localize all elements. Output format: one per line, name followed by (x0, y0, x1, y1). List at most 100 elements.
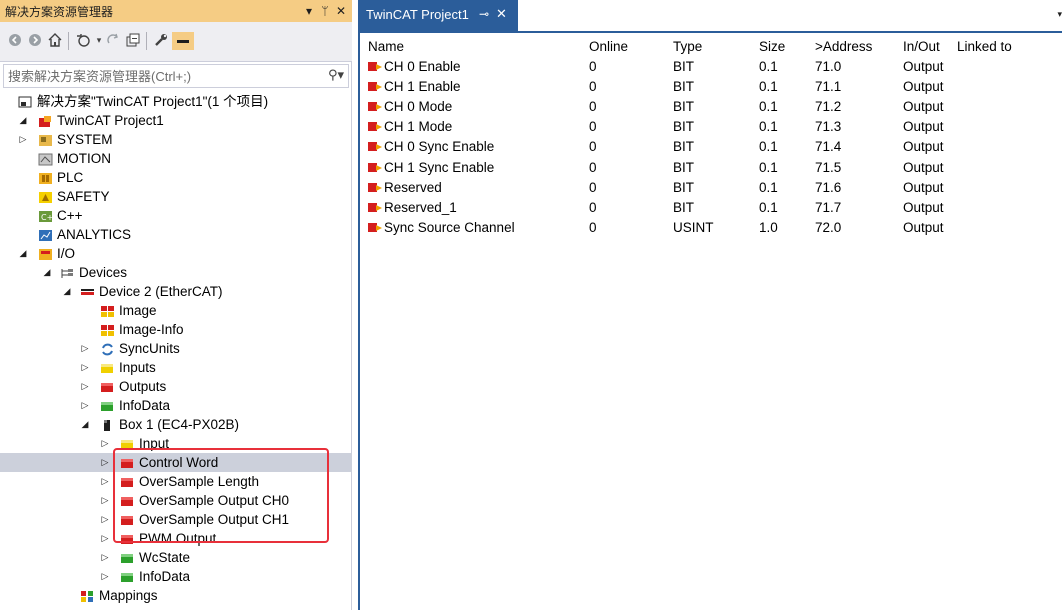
output-icon (120, 532, 135, 545)
table-row[interactable]: CH 1 Enable 0 BIT 0.1 71.1 Output (368, 76, 1058, 96)
collapse-arrow-icon[interactable]: ◢ (80, 415, 90, 434)
column-header-name[interactable]: Name (368, 36, 589, 56)
column-header-address[interactable]: >Address (815, 36, 903, 56)
cell-inout: Output (903, 78, 944, 94)
column-header-size[interactable]: Size (759, 36, 815, 56)
tree-item[interactable]: ANALYTICS (0, 225, 352, 244)
tree-item[interactable]: ▷ WcState (0, 548, 352, 567)
tree-item[interactable]: ◢ TwinCAT Project1 (0, 111, 352, 130)
table-row[interactable]: Reserved_1 0 BIT 0.1 71.7 Output (368, 197, 1058, 217)
expand-arrow-icon[interactable]: ▷ (100, 510, 110, 529)
table-row[interactable]: CH 0 Enable 0 BIT 0.1 71.0 Output (368, 56, 1058, 76)
expand-arrow-icon[interactable]: ▷ (80, 377, 90, 396)
chevron-down-icon[interactable]: ▾ (302, 3, 316, 19)
table-row[interactable]: CH 1 Mode 0 BIT 0.1 71.3 Output (368, 117, 1058, 137)
table-row[interactable]: Reserved 0 BIT 0.1 71.6 Output (368, 177, 1058, 197)
tree-item[interactable]: ◢ I/O (0, 244, 352, 263)
tree-item[interactable]: ▷ OverSample Output CH0 (0, 491, 352, 510)
image-icon (100, 323, 115, 336)
column-header-type[interactable]: Type (673, 36, 759, 56)
expand-arrow-icon[interactable]: ▷ (100, 434, 110, 453)
collapse-all-icon[interactable] (124, 32, 142, 50)
variable-name: CH 0 Sync Enable (384, 139, 495, 155)
search-input[interactable] (4, 65, 314, 87)
collapse-arrow-icon[interactable]: ◢ (18, 111, 28, 130)
column-header-linked-to[interactable]: Linked to (957, 36, 1058, 56)
forward-icon[interactable] (26, 32, 44, 50)
cell-size: 0.1 (759, 78, 778, 94)
document-tab-strip: TwinCAT Project1 ⊸ ✕ ▾ (360, 0, 1062, 33)
cell-inout: Output (903, 139, 944, 155)
cell-address: 71.6 (815, 179, 842, 195)
io-icon (38, 247, 53, 260)
expand-arrow-icon[interactable]: ▷ (80, 396, 90, 415)
tree-item[interactable]: 解决方案"TwinCAT Project1"(1 个项目) (0, 92, 352, 111)
collapse-arrow-icon[interactable]: ◢ (62, 282, 72, 301)
tree-item[interactable]: ▷ PWM Output (0, 529, 352, 548)
tree-item[interactable]: ▷ InfoData (0, 396, 352, 415)
tree-item[interactable]: SAFETY (0, 187, 352, 206)
tab-twincat-project1[interactable]: TwinCAT Project1 ⊸ ✕ (360, 0, 518, 31)
table-row[interactable]: CH 0 Sync Enable 0 BIT 0.1 71.4 Output (368, 137, 1058, 157)
tree-item[interactable]: Image-Info (0, 320, 352, 339)
expand-arrow-icon[interactable]: ▷ (100, 529, 110, 548)
table-row[interactable]: CH 0 Mode 0 BIT 0.1 71.2 Output (368, 96, 1058, 116)
output-icon (120, 494, 135, 507)
table-header-row: Name Online Type Size >Address In/Out Li… (368, 36, 1058, 56)
pin-icon[interactable]: ⊸ (479, 7, 489, 21)
cell-inout: Output (903, 159, 944, 175)
collapse-arrow-icon[interactable]: ◢ (42, 263, 52, 282)
tree-item[interactable]: ▷ Outputs (0, 377, 352, 396)
close-icon[interactable]: ✕ (334, 3, 348, 19)
tree-item[interactable]: Mappings (0, 586, 352, 605)
sync-icon[interactable] (104, 32, 122, 50)
tree-item-label: Control Word (139, 455, 219, 470)
cell-online: 0 (589, 119, 597, 135)
tree-item[interactable]: MOTION (0, 149, 352, 168)
expand-arrow-icon[interactable]: ▷ (100, 567, 110, 586)
infodata-icon (100, 399, 115, 412)
expand-arrow-icon[interactable]: ▷ (80, 358, 90, 377)
tree-item-label: Image (119, 303, 157, 318)
tree-item[interactable]: ◢ Devices (0, 263, 352, 282)
home-icon[interactable] (46, 32, 64, 50)
preview-toggle-icon[interactable] (172, 32, 194, 50)
close-icon[interactable]: ✕ (496, 6, 507, 22)
tree-item[interactable]: C+ C++ (0, 206, 352, 225)
tree-item[interactable]: ◢ Box 1 (EC4-PX02B) (0, 415, 352, 434)
back-icon[interactable] (6, 32, 24, 50)
cell-name: Sync Source Channel (368, 218, 589, 238)
expand-arrow-icon[interactable]: ▷ (100, 548, 110, 567)
tree-item[interactable]: ▷ OverSample Length (0, 472, 352, 491)
expand-arrow-icon[interactable]: ▷ (18, 130, 28, 149)
input-icon (120, 437, 135, 450)
tree-item[interactable]: PLC (0, 168, 352, 187)
table-row[interactable]: Sync Source Channel 0 USINT 1.0 72.0 Output (368, 218, 1058, 238)
pin-icon[interactable]: ᛘ (318, 3, 332, 19)
chevron-down-icon[interactable]: ▾ (1057, 10, 1062, 20)
table-row[interactable]: CH 1 Sync Enable 0 BIT 0.1 71.5 Output (368, 157, 1058, 177)
tree-item[interactable]: ▷ OverSample Output CH1 (0, 510, 352, 529)
tree-item[interactable]: ▷ Inputs (0, 358, 352, 377)
search-icon[interactable]: ⚲▾ (328, 68, 344, 83)
tree-item[interactable]: ▷ Control Word (0, 453, 352, 472)
tree-item[interactable]: ▷ SYSTEM (0, 130, 352, 149)
cell-online: 0 (589, 179, 597, 195)
tree-item[interactable]: Image (0, 301, 352, 320)
properties-wrench-icon[interactable] (152, 32, 170, 50)
expand-arrow-icon[interactable]: ▷ (100, 453, 110, 472)
expand-arrow-icon[interactable]: ▷ (100, 491, 110, 510)
tree-item[interactable]: ▷ InfoData (0, 567, 352, 586)
tree-item-label: Image-Info (119, 322, 184, 337)
collapse-arrow-icon[interactable]: ◢ (18, 244, 28, 263)
tree-item[interactable]: ◢ Device 2 (EtherCAT) (0, 282, 352, 301)
expand-arrow-icon[interactable]: ▷ (80, 339, 90, 358)
column-header-inout[interactable]: In/Out (903, 36, 957, 56)
tree-item[interactable]: ▷ SyncUnits (0, 339, 352, 358)
tree-item-label: PLC (57, 170, 84, 185)
tree-item-label: Device 2 (EtherCAT) (99, 284, 223, 299)
column-header-online[interactable]: Online (589, 36, 673, 56)
tree-item[interactable]: ▷ Input (0, 434, 352, 453)
expand-arrow-icon[interactable]: ▷ (100, 472, 110, 491)
cell-size: 0.1 (759, 179, 778, 195)
